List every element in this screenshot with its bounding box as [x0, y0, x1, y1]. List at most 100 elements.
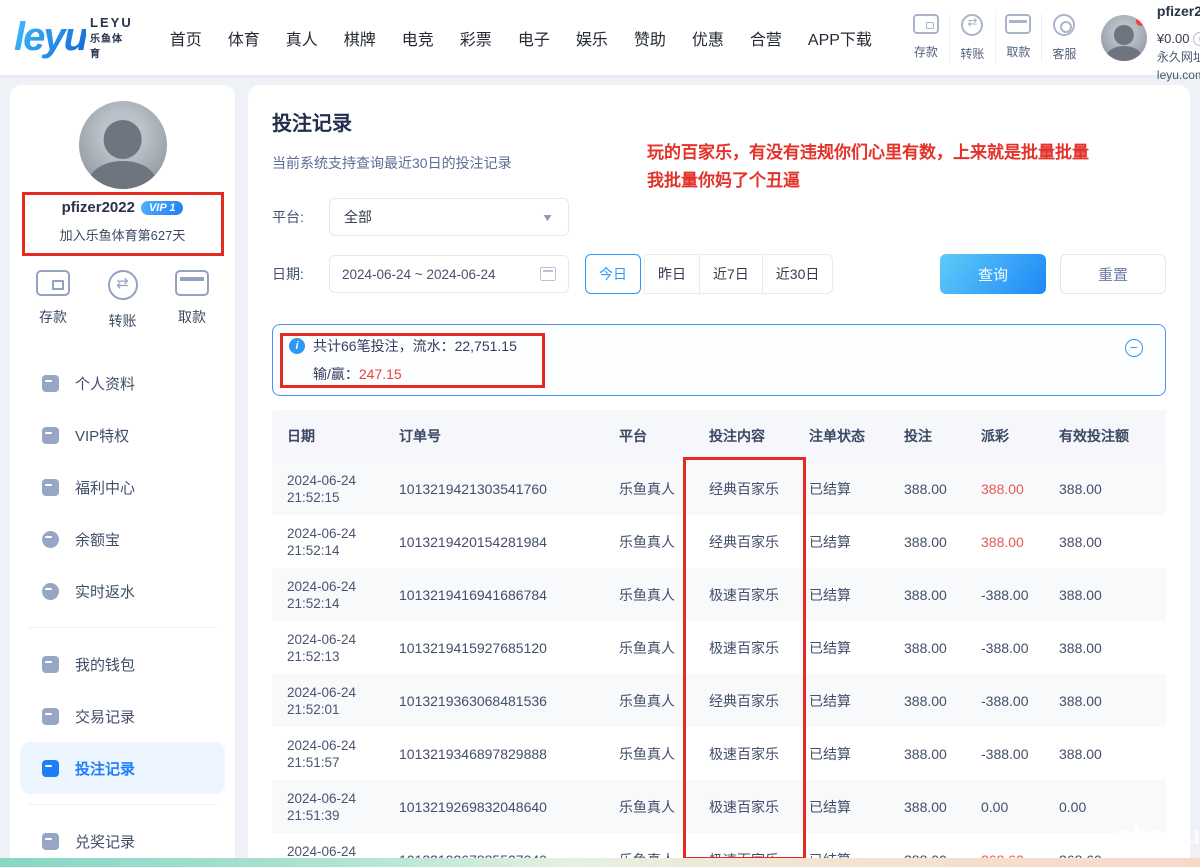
cell-valid-amount: 388.00	[1044, 481, 1164, 497]
cell-order-number: 1013219421303541760	[384, 481, 604, 497]
table-row[interactable]: 2024-06-2421:51:39 1013219269832048640 乐…	[272, 780, 1166, 833]
sidebar-item-transactions[interactable]: 交易记录	[10, 690, 235, 742]
notification-dot	[1136, 17, 1145, 26]
date-chip-last30[interactable]: 近30日	[762, 254, 834, 294]
loss-value: 247.15	[359, 366, 402, 382]
date-range-input[interactable]: 2024-06-24 ~ 2024-06-24	[329, 255, 569, 293]
sidebar-item-welfare[interactable]: 福利中心	[10, 461, 235, 513]
date-chip-today[interactable]: 今日	[585, 254, 641, 294]
refresh-balance-icon[interactable]: v	[1193, 32, 1200, 46]
table-row[interactable]: 2024-06-2421:51:57 1013219346897829888 乐…	[272, 727, 1166, 780]
menu-icon-bets	[42, 760, 59, 777]
username: pfizer2022	[1157, 2, 1200, 20]
cell-bet-content: 极速百家乐	[694, 638, 794, 658]
sidebar-item-bets[interactable]: 投注记录	[20, 742, 225, 794]
cell-bet-amount: 388.00	[889, 587, 966, 603]
nav-item-sports[interactable]: 体育	[215, 18, 273, 58]
cell-bet-content: 经典百家乐	[694, 479, 794, 499]
table-header-row: 日期订单号平台投注内容注单状态投注派彩有效投注额	[272, 410, 1166, 462]
menu-icon-transactions	[42, 708, 59, 725]
cell-date: 2024-06-2421:52:14	[272, 525, 384, 559]
table-row[interactable]: 2024-06-2421:52:14 1013219416941686784 乐…	[272, 568, 1166, 621]
sidebar-action-icon-withdraw	[175, 270, 209, 296]
reset-button[interactable]: 重置	[1060, 254, 1166, 294]
cell-date: 2024-06-2421:51:39	[272, 790, 384, 824]
cell-bet-content: 极速百家乐	[694, 585, 794, 605]
nav-item-live[interactable]: 真人	[273, 18, 331, 58]
platform-filter-row: 平台: 全部 ▼	[272, 198, 1166, 236]
sidebar-item-vip[interactable]: VIP特权	[10, 409, 235, 461]
table-row[interactable]: 2024-06-2421:52:13 1013219415927685120 乐…	[272, 621, 1166, 674]
main-nav: 首页体育真人棋牌电竞彩票电子娱乐赞助优惠合营APP下载	[157, 18, 885, 58]
header-action-deposit[interactable]: 存款	[903, 14, 949, 62]
header-action-service[interactable]: 客服	[1041, 14, 1087, 62]
cell-platform: 乐鱼真人	[604, 479, 694, 499]
cell-order-number: 1013219415927685120	[384, 640, 604, 656]
chevron-down-icon: ▼	[541, 211, 554, 223]
profile-avatar[interactable]	[79, 101, 167, 189]
cell-bet-content: 经典百家乐	[694, 691, 794, 711]
sidebar-action-label: 取款	[175, 307, 209, 327]
cell-valid-amount: 0.00	[1044, 799, 1164, 815]
nav-item-slots[interactable]: 电子	[505, 18, 563, 58]
bottom-gradient-bar	[0, 858, 1200, 867]
nav-item-partner[interactable]: 合营	[737, 18, 795, 58]
nav-item-lottery[interactable]: 彩票	[447, 18, 505, 58]
sidebar-action-deposit[interactable]: 存款	[36, 270, 70, 331]
table-header-cell: 投注	[889, 426, 966, 446]
collapse-icon[interactable]: −	[1125, 339, 1143, 357]
menu-icon-rebate	[42, 583, 59, 600]
cell-bet-content: 极速百家乐	[694, 797, 794, 817]
table-row[interactable]: 2024-06-2421:52:15 1013219421303541760 乐…	[272, 462, 1166, 515]
table-header-cell: 派彩	[966, 426, 1044, 446]
menu-icon-wallet	[42, 656, 59, 673]
site-logo[interactable]: leyu LEYU 乐鱼体育	[14, 15, 133, 60]
nav-item-chess[interactable]: 棋牌	[331, 18, 389, 58]
menu-icon-yuebao	[42, 531, 59, 548]
menu-label: 交易记录	[75, 706, 135, 727]
nav-item-app-download[interactable]: APP下载	[795, 18, 885, 58]
cell-bet-amount: 388.00	[889, 799, 966, 815]
sidebar-item-yuebao[interactable]: 余额宝	[10, 513, 235, 565]
sidebar-action-transfer[interactable]: 转账	[108, 270, 138, 331]
date-chips: 今日昨日近7日近30日	[585, 254, 833, 294]
date-chip-yesterday[interactable]: 昨日	[644, 254, 700, 294]
action-label: 存款	[905, 43, 947, 60]
cell-date: 2024-06-2421:52:13	[272, 631, 384, 665]
date-filter-row: 日期: 2024-06-24 ~ 2024-06-24 今日昨日近7日近30日 …	[272, 254, 1166, 294]
nav-item-home[interactable]: 首页	[157, 18, 215, 58]
cell-bet-content: 极速百家乐	[694, 744, 794, 764]
sidebar-item-wallet[interactable]: 我的钱包	[10, 638, 235, 690]
action-icon-deposit	[913, 14, 939, 34]
cell-payout: 0.00	[966, 799, 1044, 815]
action-label: 取款	[998, 43, 1039, 60]
platform-value: 全部	[344, 207, 372, 227]
cell-status: 已结算	[794, 479, 889, 499]
date-chip-last7[interactable]: 近7日	[699, 254, 763, 294]
sidebar-quick-actions: 存款 转账 取款	[10, 270, 235, 331]
platform-select[interactable]: 全部 ▼	[329, 198, 569, 236]
top-header: leyu LEYU 乐鱼体育 首页体育真人棋牌电竞彩票电子娱乐赞助优惠合营APP…	[0, 0, 1200, 75]
nav-item-promo[interactable]: 优惠	[679, 18, 737, 58]
sidebar-item-rebate[interactable]: 实时返水	[10, 565, 235, 617]
header-action-withdraw[interactable]: 取款	[995, 14, 1041, 62]
cell-valid-amount: 388.00	[1044, 746, 1164, 762]
sidebar-item-profile[interactable]: 个人资料	[10, 357, 235, 409]
cell-date: 2024-06-2421:52:01	[272, 684, 384, 718]
cell-order-number: 1013219416941686784	[384, 587, 604, 603]
cell-status: 已结算	[794, 797, 889, 817]
sidebar-menu: 个人资料 VIP特权 福利中心 余额宝 实时返水	[10, 357, 235, 867]
sidebar-action-label: 转账	[108, 311, 138, 331]
screen: leyu LEYU 乐鱼体育 首页体育真人棋牌电竞彩票电子娱乐赞助优惠合营APP…	[0, 0, 1200, 867]
nav-item-esports[interactable]: 电竞	[389, 18, 447, 58]
nav-item-sponsor[interactable]: 赞助	[621, 18, 679, 58]
avatar[interactable]	[1101, 15, 1147, 61]
cell-platform: 乐鱼真人	[604, 532, 694, 552]
header-action-transfer[interactable]: 转账	[949, 14, 995, 62]
cell-order-number: 1013219420154281984	[384, 534, 604, 550]
query-button[interactable]: 查询	[940, 254, 1046, 294]
sidebar-action-withdraw[interactable]: 取款	[175, 270, 209, 331]
nav-item-entertainment[interactable]: 娱乐	[563, 18, 621, 58]
table-row[interactable]: 2024-06-2421:52:01 1013219363068481536 乐…	[272, 674, 1166, 727]
table-row[interactable]: 2024-06-2421:52:14 1013219420154281984 乐…	[272, 515, 1166, 568]
